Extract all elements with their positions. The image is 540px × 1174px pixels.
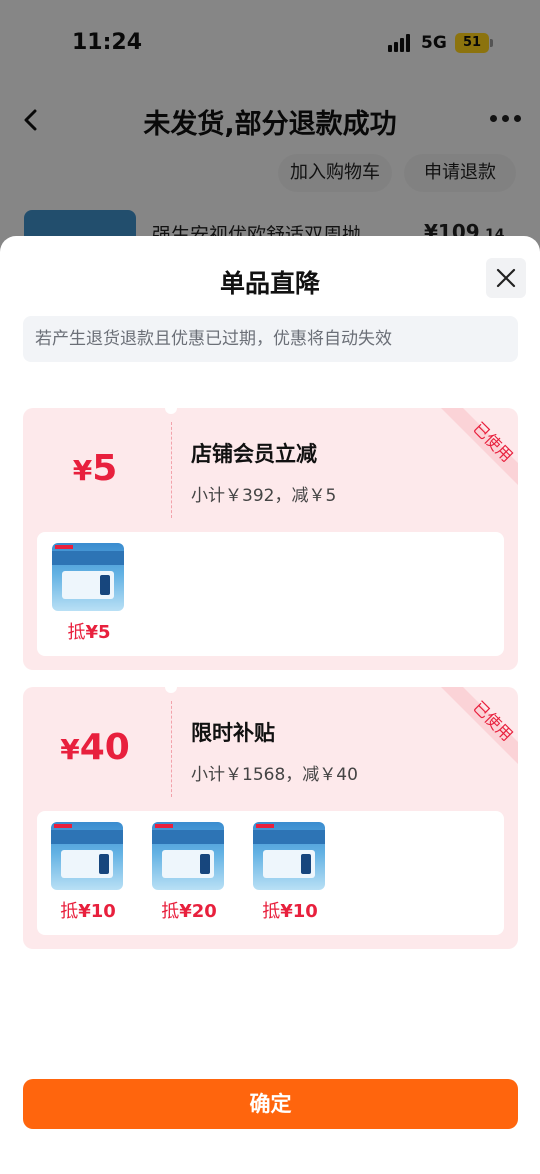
deduction-prefix: 抵 — [67, 622, 86, 643]
product-image — [51, 822, 123, 890]
deduction-prefix: 抵 — [262, 901, 281, 922]
deduction-value: ¥20 — [179, 901, 217, 922]
close-button[interactable] — [486, 258, 526, 298]
coupon-notch — [165, 408, 177, 414]
coupon-item[interactable]: 抵¥10 — [253, 822, 327, 923]
confirm-button[interactable]: 确定 — [23, 1079, 518, 1129]
used-badge: 已使用 — [441, 687, 518, 764]
deduction-value: ¥5 — [85, 622, 111, 643]
coupon-currency: ¥ — [72, 454, 93, 487]
product-image — [152, 822, 224, 890]
coupon-card: ¥40 限时补贴 小计￥1568，减￥40 已使用 抵¥10 抵¥20 抵¥10 — [23, 687, 518, 949]
coupon-divider — [171, 422, 172, 518]
coupon-item[interactable]: 抵¥20 — [152, 822, 226, 923]
coupon-item[interactable]: 抵¥10 — [51, 822, 125, 923]
sheet-title: 单品直降 — [219, 269, 320, 298]
notice-banner: 若产生退货退款且优惠已过期，优惠将自动失效 — [23, 316, 518, 362]
coupon-amount: ¥5 — [23, 448, 167, 489]
coupon-card: ¥5 店铺会员立减 小计￥392，减￥5 已使用 抵¥5 — [23, 408, 518, 670]
deduction-value: ¥10 — [280, 901, 318, 922]
coupon-notch — [165, 687, 177, 693]
coupon-subtotal: 小计￥1568，减￥40 — [191, 765, 358, 785]
coupon-items: 抵¥10 抵¥20 抵¥10 — [37, 811, 504, 935]
coupon-name: 店铺会员立减 — [191, 442, 317, 466]
coupon-divider — [171, 701, 172, 797]
product-image — [253, 822, 325, 890]
item-deduction: 抵¥5 — [52, 618, 126, 644]
used-badge-label: 已使用 — [469, 418, 517, 466]
deduction-prefix: 抵 — [161, 901, 180, 922]
deduction-prefix: 抵 — [60, 901, 79, 922]
coupon-amount-value: 5 — [92, 448, 118, 489]
coupon-amount-value: 40 — [79, 727, 130, 768]
deduction-value: ¥10 — [78, 901, 116, 922]
coupon-amount: ¥40 — [23, 727, 167, 768]
coupon-subtotal: 小计￥392，减￥5 — [191, 486, 337, 506]
coupon-items: 抵¥5 — [37, 532, 504, 656]
close-icon — [496, 268, 516, 288]
used-badge: 已使用 — [441, 408, 518, 485]
used-badge-label: 已使用 — [469, 697, 517, 745]
item-deduction: 抵¥10 — [253, 897, 327, 923]
coupon-currency: ¥ — [60, 733, 80, 766]
coupon-name: 限时补贴 — [191, 721, 275, 745]
item-deduction: 抵¥10 — [51, 897, 125, 923]
discount-sheet: 单品直降 若产生退货退款且优惠已过期，优惠将自动失效 ¥5 店铺会员立减 小计￥… — [0, 236, 540, 1174]
item-deduction: 抵¥20 — [152, 897, 226, 923]
coupon-item[interactable]: 抵¥5 — [52, 543, 126, 644]
product-image — [52, 543, 124, 611]
